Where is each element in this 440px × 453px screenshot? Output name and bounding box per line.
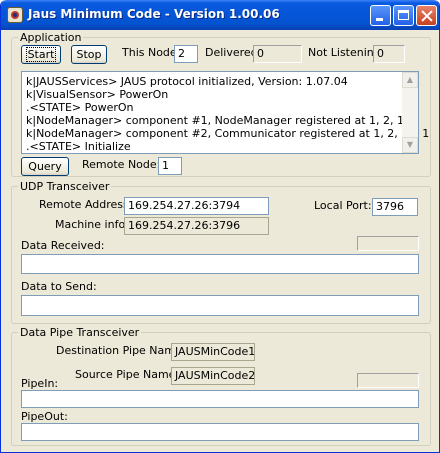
remote-node-label: Remote Node: <box>82 158 161 171</box>
data-received-field[interactable] <box>21 254 419 274</box>
log-line: .<STATE> Initialize <box>26 140 131 153</box>
data-received-label: Data Received: <box>21 239 105 252</box>
app-window: Jaus Minimum Code - Version 1.00.06 Appl… <box>0 0 440 453</box>
data-to-send-field[interactable] <box>21 295 419 316</box>
log-scrollbar[interactable]: ▲ ▼ <box>402 72 418 153</box>
remote-node-field[interactable]: 1 <box>158 157 182 175</box>
log-line: .<STATE> PowerOn <box>26 101 134 114</box>
pipeout-label: PipeOut: <box>21 410 68 423</box>
this-node-field[interactable]: 2 <box>174 45 198 63</box>
destination-pipe-field: JAUSMinCode1 <box>171 343 255 361</box>
log-line: k|NodeManager> component #2, Communicato… <box>26 127 430 140</box>
data-received-status <box>357 236 419 251</box>
destination-pipe-label: Destination Pipe Name: <box>56 344 186 357</box>
log-textarea[interactable]: k|JAUSServices> JAUS protocol initialize… <box>21 71 429 154</box>
pipein-label: PipeIn: <box>21 377 59 390</box>
stop-button-label: Stop <box>76 48 102 61</box>
pipeout-field[interactable] <box>21 423 419 441</box>
maximize-icon[interactable] <box>393 5 414 26</box>
close-icon[interactable] <box>416 5 437 26</box>
pipe-legend: Data Pipe Transceiver <box>20 326 140 339</box>
local-port-field[interactable]: 3796 <box>372 198 418 216</box>
title-bar[interactable]: Jaus Minimum Code - Version 1.00.06 <box>1 0 439 30</box>
remote-address-field[interactable]: 169.254.27.26:3794 <box>124 197 269 215</box>
scroll-up-icon[interactable]: ▲ <box>402 72 418 88</box>
machine-info-label: Machine info: <box>55 218 129 231</box>
this-node-label: This Node: <box>122 46 181 59</box>
pipein-status <box>357 373 419 388</box>
window-title: Jaus Minimum Code - Version 1.00.06 <box>28 7 280 21</box>
start-button-label: Start <box>25 47 57 62</box>
query-button-label: Query <box>28 160 62 173</box>
not-listening-field: 0 <box>373 45 405 63</box>
query-button[interactable]: Query <box>21 157 69 176</box>
app-icon[interactable] <box>7 7 23 23</box>
application-legend: Application <box>20 31 82 44</box>
stop-button[interactable]: Stop <box>71 45 107 64</box>
pipein-field[interactable] <box>21 390 419 408</box>
remote-address-label: Remote Address: <box>39 198 133 211</box>
data-to-send-label: Data to Send: <box>21 280 97 293</box>
delivered-field: 0 <box>253 45 302 63</box>
udp-legend: UDP Transceiver <box>20 180 110 193</box>
machine-info-field: 169.254.27.26:3796 <box>124 217 269 235</box>
scroll-down-icon[interactable]: ▼ <box>402 137 418 153</box>
minimize-icon[interactable] <box>370 5 391 26</box>
local-port-label: Local Port: <box>314 199 372 212</box>
log-line: k|JAUSServices> JAUS protocol initialize… <box>26 75 348 88</box>
source-pipe-label: Source Pipe Name: <box>75 368 180 381</box>
start-button[interactable]: Start <box>21 45 61 64</box>
log-line: k|NodeManager> component #1, NodeManager… <box>26 114 419 127</box>
source-pipe-field: JAUSMinCode2 <box>171 367 255 385</box>
log-line: k|VisualSensor> PowerOn <box>26 88 169 101</box>
